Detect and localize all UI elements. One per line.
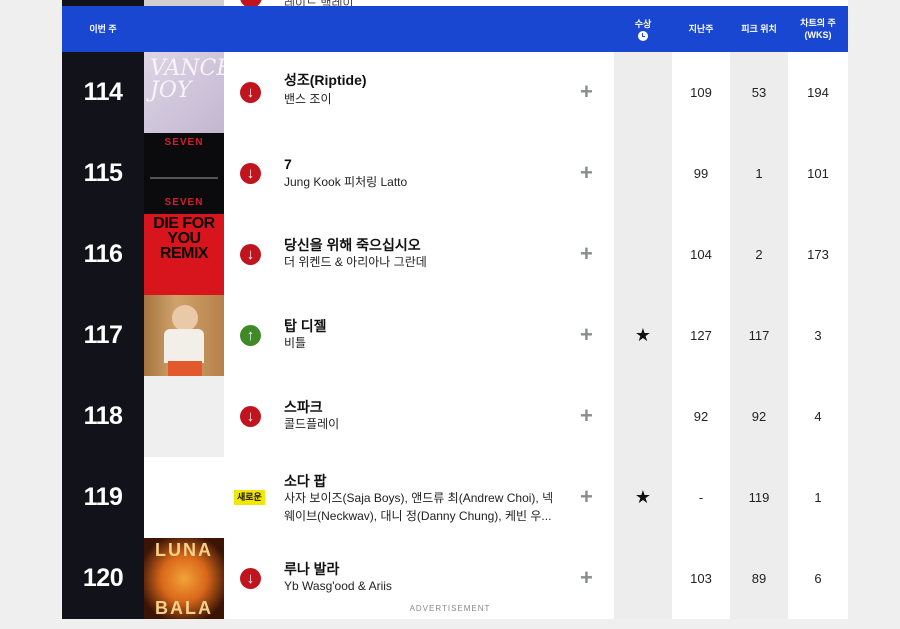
chart-rows: 114 VANCE JOY ↓ 성조(Riptide) 밴스 조이 + 109 …	[62, 52, 848, 619]
artist-name[interactable]: 콜드플레이	[284, 415, 554, 433]
artist-name[interactable]: 비틀	[284, 334, 554, 352]
last-week-value: 127	[672, 295, 730, 376]
song-title[interactable]: 스파크	[284, 397, 323, 417]
chart-row-114: 114 VANCE JOY ↓ 성조(Riptide) 밴스 조이 + 109 …	[62, 52, 848, 133]
clock-icon	[638, 30, 648, 41]
album-art-placeholder	[144, 376, 224, 457]
weeks-value: 101	[788, 133, 848, 214]
arrow-down-icon: ↓	[240, 163, 261, 184]
album-art-figure	[164, 329, 204, 363]
artist-name[interactable]: 밴스 조이	[284, 90, 554, 108]
chart-row-117: 117 ↑ 탑 디젤 비틀 + ★ 127 117 3	[62, 295, 848, 376]
weeks-value: 194	[788, 52, 848, 133]
peak-value: 1	[730, 133, 788, 214]
album-art-figure	[172, 305, 198, 331]
star-icon: ★	[614, 295, 672, 376]
last-week-value: 104	[672, 214, 730, 295]
arrow-down-icon: ↓	[240, 568, 261, 589]
chart-header: 이번 주 수상 지난주 피크 위치 차트의 주 (WKS)	[62, 6, 848, 52]
expand-plus-icon[interactable]: +	[580, 239, 593, 269]
album-art[interactable]: DIE FOR YOU REMIX	[144, 214, 224, 295]
star-icon: ★	[614, 457, 672, 538]
chart-row-116: 116 DIE FOR YOU REMIX ↓ 당신을 위해 죽으십시오 더 위…	[62, 214, 848, 295]
rank-number: 117	[62, 295, 144, 376]
album-art[interactable]: VANCE JOY	[144, 52, 224, 133]
album-art-placeholder	[144, 457, 224, 538]
award-cell	[614, 376, 672, 457]
header-last-week: 지난주	[688, 24, 714, 34]
arrow-down-icon: ↓	[240, 406, 261, 427]
header-this-week: 이번 주	[89, 24, 117, 34]
artist-name[interactable]: Jung Kook 피처링 Latto	[284, 173, 554, 191]
song-title[interactable]: 소다 팝	[284, 471, 327, 491]
expand-plus-icon[interactable]: +	[580, 320, 593, 350]
artist-name[interactable]: 더 위켄드 & 아리아나 그란데	[284, 253, 554, 271]
header-award-label: 수상	[634, 18, 652, 29]
arrow-down-icon: ↓	[240, 82, 261, 103]
song-title[interactable]: 루나 발라	[284, 559, 339, 579]
award-cell	[614, 214, 672, 295]
last-week-value: 109	[672, 52, 730, 133]
new-entry-badge: 새로운	[234, 490, 265, 505]
rank-number: 114	[62, 52, 144, 133]
last-week-value: -	[672, 457, 730, 538]
album-art-text: LUNA	[155, 540, 213, 560]
peak-value: 119	[730, 457, 788, 538]
expand-plus-icon[interactable]: +	[580, 482, 593, 512]
weeks-value: 1	[788, 457, 848, 538]
expand-plus-icon[interactable]: +	[580, 401, 593, 431]
album-art-figure	[168, 361, 202, 376]
rank-number: 119	[62, 457, 144, 538]
weeks-value: 173	[788, 214, 848, 295]
song-title[interactable]: 7	[284, 156, 292, 172]
weeks-value: 3	[788, 295, 848, 376]
header-weeks-line2: (WKS)	[804, 30, 832, 40]
expand-plus-icon[interactable]: +	[580, 77, 593, 107]
album-art-text: VANCE JOY	[150, 56, 224, 103]
peak-value: 2	[730, 214, 788, 295]
album-art-line	[150, 177, 218, 179]
album-art[interactable]: SEVEN SEVEN	[144, 133, 224, 214]
arrow-up-icon: ↑	[240, 325, 261, 346]
album-art-text: SEVEN	[164, 137, 204, 148]
arrow-down-icon: ↓	[240, 244, 261, 265]
header-award: 수상	[614, 6, 672, 52]
peak-value: 117	[730, 295, 788, 376]
song-title[interactable]: 탑 디젤	[284, 316, 327, 336]
weeks-value: 4	[788, 376, 848, 457]
award-cell	[614, 133, 672, 214]
award-cell	[614, 52, 672, 133]
album-art-text: DIE FOR YOU REMIX	[153, 215, 215, 262]
album-art-text: SEVEN	[164, 197, 204, 208]
chart-row-119: 119 새로운 소다 팝 사자 보이즈(Saja Boys), 앤드류 최(An…	[62, 457, 848, 538]
expand-plus-icon[interactable]: +	[580, 158, 593, 188]
header-weeks: 차트의 주 (WKS)	[788, 6, 848, 52]
chart-row-118: 118 ↓ 스파크 콜드플레이 + 92 92 4	[62, 376, 848, 457]
last-week-value: 99	[672, 133, 730, 214]
peak-value: 53	[730, 52, 788, 133]
header-peak: 피크 위치	[741, 24, 777, 34]
song-title[interactable]: 성조(Riptide)	[284, 70, 367, 90]
rank-number: 118	[62, 376, 144, 457]
chart-row-115: 115 SEVEN SEVEN ↓ 7 Jung Kook 피처링 Latto …	[62, 133, 848, 214]
last-week-value: 92	[672, 376, 730, 457]
song-title[interactable]: 당신을 위해 죽으십시오	[284, 235, 421, 255]
advertisement-label: ADVERTISEMENT	[409, 604, 491, 613]
peak-value: 92	[730, 376, 788, 457]
artist-name[interactable]: Yb Wasg'ood & Ariis	[284, 577, 554, 595]
album-art[interactable]	[144, 295, 224, 376]
artist-name[interactable]: 사자 보이즈(Saja Boys), 앤드류 최(Andrew Choi), 넥…	[284, 489, 554, 525]
rank-number: 116	[62, 214, 144, 295]
rank-number: 115	[62, 133, 144, 214]
header-weeks-line1: 차트의 주	[800, 18, 836, 28]
expand-plus-icon[interactable]: +	[580, 563, 593, 593]
